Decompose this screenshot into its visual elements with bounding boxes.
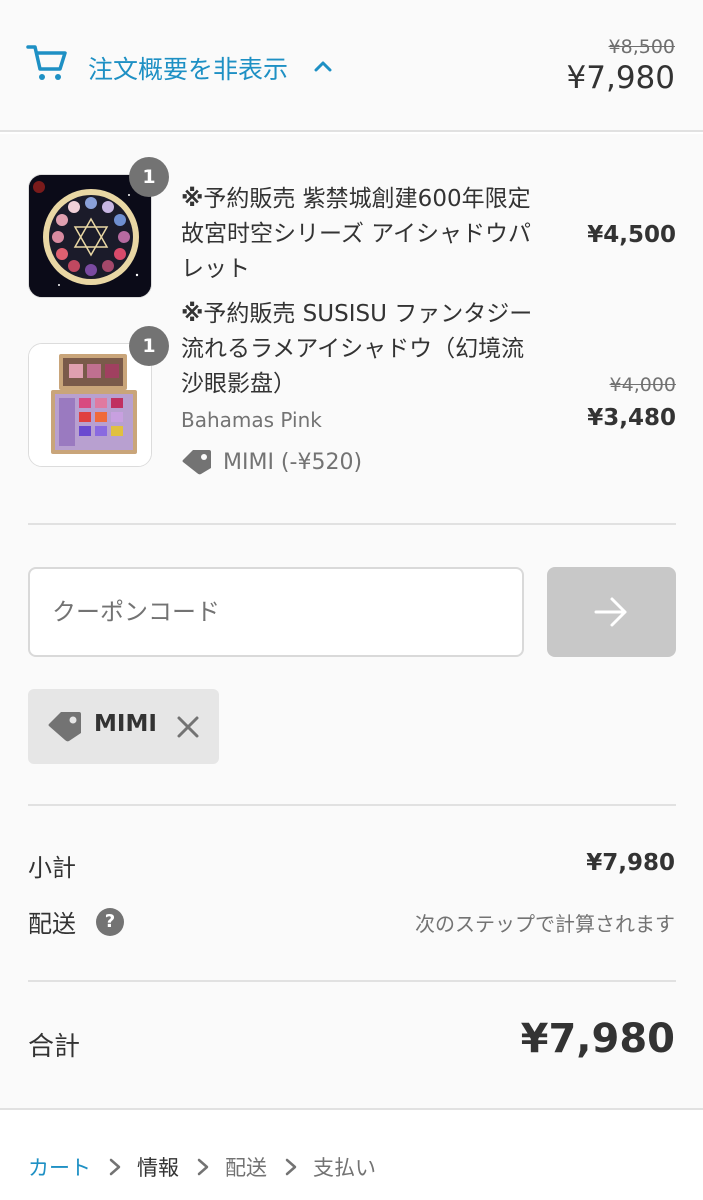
apply-coupon-button[interactable] [547, 567, 676, 657]
divider [28, 804, 676, 806]
breadcrumb-shipping: 配送 [225, 1156, 267, 1180]
tag-icon [182, 450, 211, 475]
chevron-up-icon [314, 61, 332, 72]
total-value: ¥7,980 [520, 1016, 675, 1062]
help-icon[interactable]: ? [96, 908, 124, 936]
total-label: 合計 [28, 1032, 81, 1062]
toggle-summary-label[interactable]: 注文概要を非表示 [88, 50, 288, 86]
shipping-label: 配送 [28, 910, 76, 938]
subtotal-value: ¥7,980 [586, 850, 675, 876]
quantity-badge: 1 [129, 157, 169, 197]
breadcrumb: カート 情報 配送 支払い [28, 1152, 376, 1182]
shipping-value: 次のステップで計算されます [415, 912, 675, 936]
cart-icon [26, 45, 67, 80]
tag-icon [48, 712, 81, 742]
item-discount: MIMI (-¥520) [181, 448, 362, 476]
chevron-right-icon [109, 1158, 121, 1176]
arrow-right-icon [594, 597, 627, 627]
discount-label: MIMI (-¥520) [223, 449, 363, 475]
order-summary-panel: 1 ※予約販売 紫禁城創建600年限定 故宮时空シリーズ アイシャドウパレット … [0, 134, 703, 1109]
close-icon[interactable] [174, 713, 202, 741]
order-summary-toggle[interactable]: 注文概要を非表示 ¥8,500 ¥7,980 [0, 0, 703, 132]
divider [28, 523, 676, 525]
breadcrumb-payment: 支払い [313, 1156, 376, 1180]
product-thumbnail [28, 174, 152, 298]
item-price: ¥4,500 [587, 222, 676, 248]
summary-total: ¥7,980 [566, 60, 675, 96]
chevron-right-icon [285, 1158, 297, 1176]
subtotal-label: 小計 [28, 854, 76, 882]
item-title: ※予約販売 紫禁城創建600年限定 故宮时空シリーズ アイシャドウパレット [181, 186, 532, 282]
applied-coupon-chip: MIMI [28, 689, 219, 764]
line-item: 1 ※予約販売 SUSISU ファンタジー流れるラメアイシャドウ（幻境流沙眼影盘… [28, 297, 676, 487]
divider [0, 1108, 703, 1110]
coupon-code-input[interactable] [28, 567, 524, 657]
item-variant: Bahamas Pink [181, 408, 322, 432]
breadcrumb-cart[interactable]: カート [28, 1152, 91, 1182]
product-thumbnail [28, 343, 152, 467]
item-title: ※予約販売 SUSISU ファンタジー流れるラメアイシャドウ（幻境流沙眼影盘） [181, 301, 533, 397]
applied-coupon-code: MIMI [94, 711, 157, 737]
line-item: 1 ※予約販売 紫禁城創建600年限定 故宮时空シリーズ アイシャドウパレット … [28, 157, 676, 314]
item-price: ¥3,480 [587, 405, 676, 431]
divider [28, 980, 676, 982]
breadcrumb-information: 情報 [137, 1156, 179, 1180]
chevron-right-icon [197, 1158, 209, 1176]
quantity-badge: 1 [129, 326, 169, 366]
original-total: ¥8,500 [608, 36, 675, 58]
item-original-price: ¥4,000 [609, 374, 676, 396]
